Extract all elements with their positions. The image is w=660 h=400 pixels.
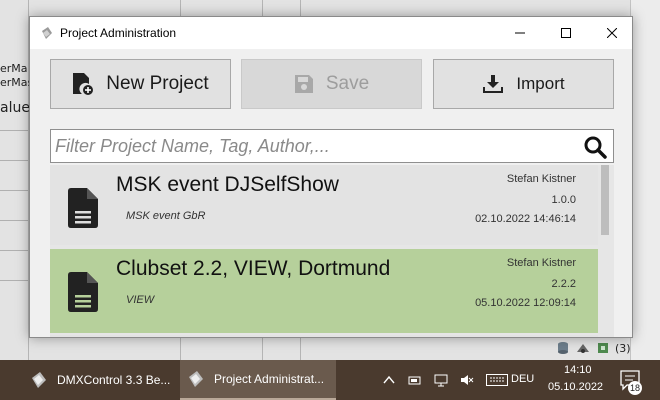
import-button[interactable]: Import — [433, 59, 614, 109]
new-file-icon — [73, 73, 94, 95]
save-icon — [294, 75, 313, 93]
taskbar-app-label: Project Administrat... — [214, 372, 325, 386]
window-title: Project Administration — [60, 26, 177, 40]
save-button[interactable]: Save — [241, 59, 422, 109]
background-text: erMa — [0, 62, 28, 75]
project-author: Stefan Kistner — [506, 257, 576, 269]
minimize-icon — [515, 32, 525, 34]
tray-count: (3) — [615, 341, 631, 355]
battery-icon[interactable] — [408, 373, 422, 387]
language-indicator[interactable]: DEU — [511, 373, 534, 385]
save-label: Save — [325, 73, 370, 94]
project-organization: MSK event GbR — [126, 210, 206, 222]
project-date: 05.10.2022 12:09:14 — [475, 297, 576, 309]
minimize-button[interactable] — [497, 17, 543, 49]
document-icon — [68, 272, 98, 312]
project-organization: VIEW — [126, 294, 155, 306]
network-icon[interactable] — [434, 373, 448, 387]
clock-date[interactable]: 05.10.2022 — [548, 381, 603, 393]
project-version: 1.0.0 — [551, 194, 576, 206]
filter-box — [50, 129, 614, 163]
background-side-panel — [630, 0, 660, 360]
download-icon — [483, 75, 504, 93]
maximize-button[interactable] — [543, 17, 589, 49]
import-label: Import — [516, 74, 565, 93]
project-item[interactable]: MSK event DJSelfShow MSK event GbR Stefa… — [50, 165, 598, 245]
taskbar-overflow[interactable] — [0, 360, 10, 400]
list-scrollbar[interactable] — [598, 165, 614, 337]
filter-input[interactable] — [51, 130, 571, 162]
taskbar-app-project-administration[interactable]: Project Administrat... — [180, 360, 336, 400]
volume-muted-icon[interactable] — [460, 373, 474, 387]
project-administration-dialog: Project Administration New Project Save — [29, 16, 633, 338]
background-gridline — [0, 130, 28, 131]
new-project-button[interactable]: New Project — [50, 59, 231, 109]
project-date: 02.10.2022 14:46:14 — [475, 213, 576, 225]
maximize-icon — [561, 28, 571, 38]
background-text: alue — [0, 100, 30, 116]
background-status-tray: (3) — [555, 336, 660, 360]
dmxcontrol-icon — [189, 371, 203, 387]
background-gridline — [0, 220, 28, 221]
clock-time[interactable]: 14:10 — [564, 364, 592, 376]
close-icon — [607, 28, 617, 38]
project-name: Clubset 2.2, VIEW, Dortmund — [116, 257, 391, 280]
project-version: 2.2.2 — [551, 278, 576, 290]
system-tray — [382, 360, 508, 400]
keyboard-icon[interactable] — [486, 373, 508, 387]
dmxcontrol-icon — [32, 372, 46, 388]
new-project-label: New Project — [106, 73, 209, 94]
title-bar[interactable]: Project Administration — [30, 17, 632, 49]
database-icon[interactable] — [555, 340, 571, 356]
document-icon — [68, 188, 98, 228]
project-author: Stefan Kistner — [506, 173, 576, 185]
taskbar-app-dmxcontrol[interactable]: DMXControl 3.3 Be... — [25, 360, 177, 400]
background-gridline — [0, 280, 28, 281]
notification-count-badge: 18 — [628, 381, 642, 395]
network-icon[interactable] — [575, 340, 591, 356]
dmxcontrol-icon — [42, 27, 52, 39]
plugin-icon[interactable] — [595, 340, 611, 356]
search-icon[interactable] — [583, 135, 607, 159]
background-gridline — [0, 190, 28, 191]
project-list: MSK event DJSelfShow MSK event GbR Stefa… — [50, 165, 614, 337]
taskbar: DMXControl 3.3 Be... Project Administrat… — [0, 360, 660, 400]
scrollbar-thumb[interactable] — [601, 165, 609, 235]
project-name: MSK event DJSelfShow — [116, 173, 339, 196]
project-item-selected[interactable]: Clubset 2.2, VIEW, Dortmund VIEW Stefan … — [50, 249, 598, 333]
project-item[interactable] — [50, 335, 598, 337]
background-gridline — [0, 160, 28, 161]
close-button[interactable] — [589, 17, 632, 49]
background-gridline — [0, 250, 28, 251]
chevron-up-icon[interactable] — [382, 373, 396, 387]
taskbar-app-label: DMXControl 3.3 Be... — [57, 373, 171, 387]
